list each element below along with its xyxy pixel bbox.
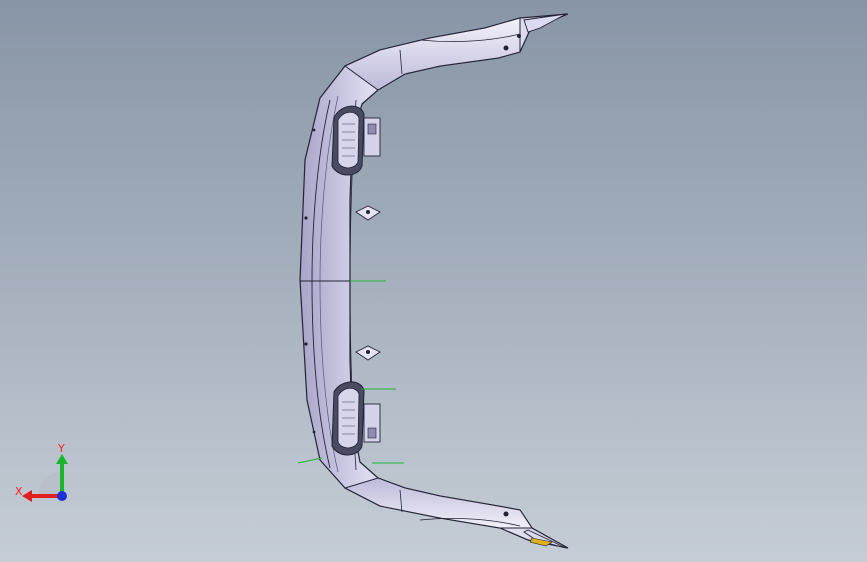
triad-x-label: X — [15, 485, 23, 498]
mounting-bracket-upper — [363, 117, 381, 157]
lower-fog-light-opening — [331, 381, 365, 456]
cad-viewport[interactable]: Y X — [0, 0, 867, 562]
upper-fog-light-opening — [331, 105, 365, 176]
bumper-model[interactable] — [0, 0, 867, 562]
triad-plane-wedge — [38, 472, 62, 496]
upper-arm-surface — [344, 17, 521, 91]
clip-tab-lower — [355, 345, 381, 361]
triad-y-label: Y — [58, 442, 65, 455]
z-axis-icon — [57, 491, 67, 501]
mounting-bracket-lower — [363, 403, 381, 443]
clip-tab-upper — [355, 205, 381, 221]
